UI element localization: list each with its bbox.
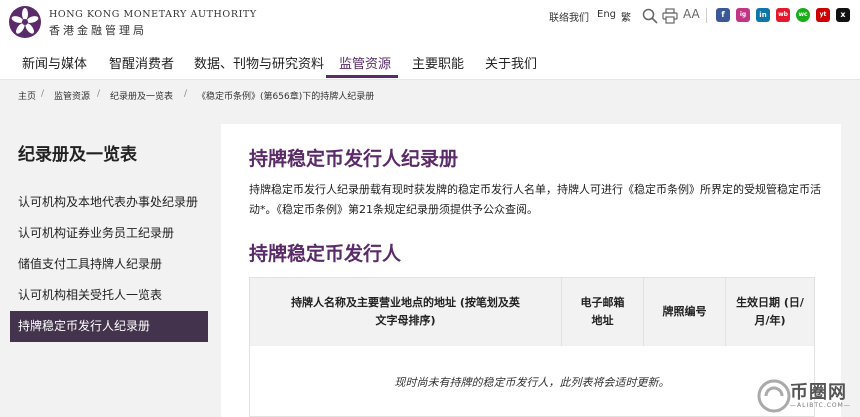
th-name-address: 持牌人名称及主要营业地点的地址 (按笔划及英文字母排序) xyxy=(250,278,562,346)
divider xyxy=(706,8,707,23)
breadcrumb: 主页 / 监管资源 / 纪录册及一览表 / 《稳定币条例》(第656章)下的持牌… xyxy=(0,80,860,108)
instagram-icon[interactable]: ig xyxy=(736,8,750,22)
breadcrumb-registers[interactable]: 纪录册及一览表 xyxy=(110,89,173,102)
wechat-icon[interactable]: wc xyxy=(796,8,810,22)
weibo-icon[interactable]: wb xyxy=(776,8,790,22)
org-name-zh: 香港金融管理局 xyxy=(49,24,147,37)
nav-about-us[interactable]: 关于我们 xyxy=(485,53,537,72)
nav-data-publications[interactable]: 数据、刊物与研究资料 xyxy=(194,53,324,72)
top-bar: HONG KONG MONETARY AUTHORITY 香港金融管理局 联络我… xyxy=(0,0,860,42)
lang-en-link[interactable]: Eng xyxy=(597,9,616,20)
th-email: 电子邮箱地址 xyxy=(562,278,644,346)
sidebar-title: 纪录册及一览表 xyxy=(18,145,137,165)
breadcrumb-separator: / xyxy=(97,89,101,99)
table-empty-message: 现时尚未有持牌的稳定币发行人，此列表将会适时更新。 xyxy=(394,376,670,389)
print-icon[interactable] xyxy=(662,8,678,24)
hkma-logo[interactable] xyxy=(8,5,42,39)
th-effective-date: 生效日期 (日/月/年) xyxy=(736,296,804,327)
x-icon[interactable]: x xyxy=(836,8,850,22)
th-license-no: 牌照编号 xyxy=(644,278,726,346)
youtube-icon[interactable]: yt xyxy=(816,8,830,22)
contact-us-link[interactable]: 联络我们 xyxy=(549,9,589,24)
table-header: 持牌人名称及主要营业地点的地址 (按笔划及英文字母排序) 电子邮箱地址 牌照编号… xyxy=(250,278,814,346)
breadcrumb-home[interactable]: 主页 xyxy=(18,89,36,102)
nav-active-indicator xyxy=(326,75,398,78)
watermark-sub: —ALIBTC.COM— xyxy=(790,402,851,409)
nav-regulatory-resources[interactable]: 监管资源 xyxy=(339,53,391,72)
breadcrumb-separator: / xyxy=(184,89,188,99)
page-title: 持牌稳定币发行人纪录册 xyxy=(249,148,459,170)
watermark-text: 币圈网 xyxy=(790,382,847,403)
org-name-en: HONG KONG MONETARY AUTHORITY xyxy=(49,9,257,20)
intro-paragraph: 持牌稳定币发行人纪录册载有现时获发牌的稳定币发行人名单，持牌人可进行《稳定币条例… xyxy=(249,183,821,216)
sidebar-item-svf-licensees[interactable]: 储值支付工具持牌人纪录册 xyxy=(10,249,208,280)
licensee-table: 持牌人名称及主要营业地点的地址 (按笔划及英文字母排序) 电子邮箱地址 牌照编号… xyxy=(249,277,815,417)
sidebar-item-trustees[interactable]: 认可机构相关受托人一览表 xyxy=(10,280,208,311)
section-title: 持牌稳定币发行人 xyxy=(249,243,402,265)
linkedin-icon[interactable]: in xyxy=(756,8,770,22)
breadcrumb-separator: / xyxy=(41,89,45,99)
font-size-icon[interactable]: AA xyxy=(683,7,700,21)
nav-news-media[interactable]: 新闻与媒体 xyxy=(22,53,87,72)
sidebar-item-stablecoin-issuers[interactable]: 持牌稳定币发行人纪录册 xyxy=(10,311,208,342)
sidebar-item-ai-register[interactable]: 认可机构及本地代表办事处纪录册 xyxy=(10,187,208,218)
main-nav: 新闻与媒体 智醒消费者 数据、刊物与研究资料 监管资源 主要职能 关于我们 xyxy=(0,42,860,80)
sidebar-item-securities-staff[interactable]: 认可机构证券业务员工纪录册 xyxy=(10,218,208,249)
search-icon[interactable] xyxy=(642,8,658,24)
lang-tc-link[interactable]: 繁 xyxy=(621,9,631,24)
facebook-icon[interactable]: f xyxy=(716,8,730,22)
nav-key-functions[interactable]: 主要职能 xyxy=(412,53,464,72)
breadcrumb-regulatory[interactable]: 监管资源 xyxy=(54,89,90,102)
nav-smart-consumers[interactable]: 智醒消费者 xyxy=(109,53,174,72)
breadcrumb-current: 《稳定币条例》(第656章)下的持牌人纪录册 xyxy=(197,92,375,102)
